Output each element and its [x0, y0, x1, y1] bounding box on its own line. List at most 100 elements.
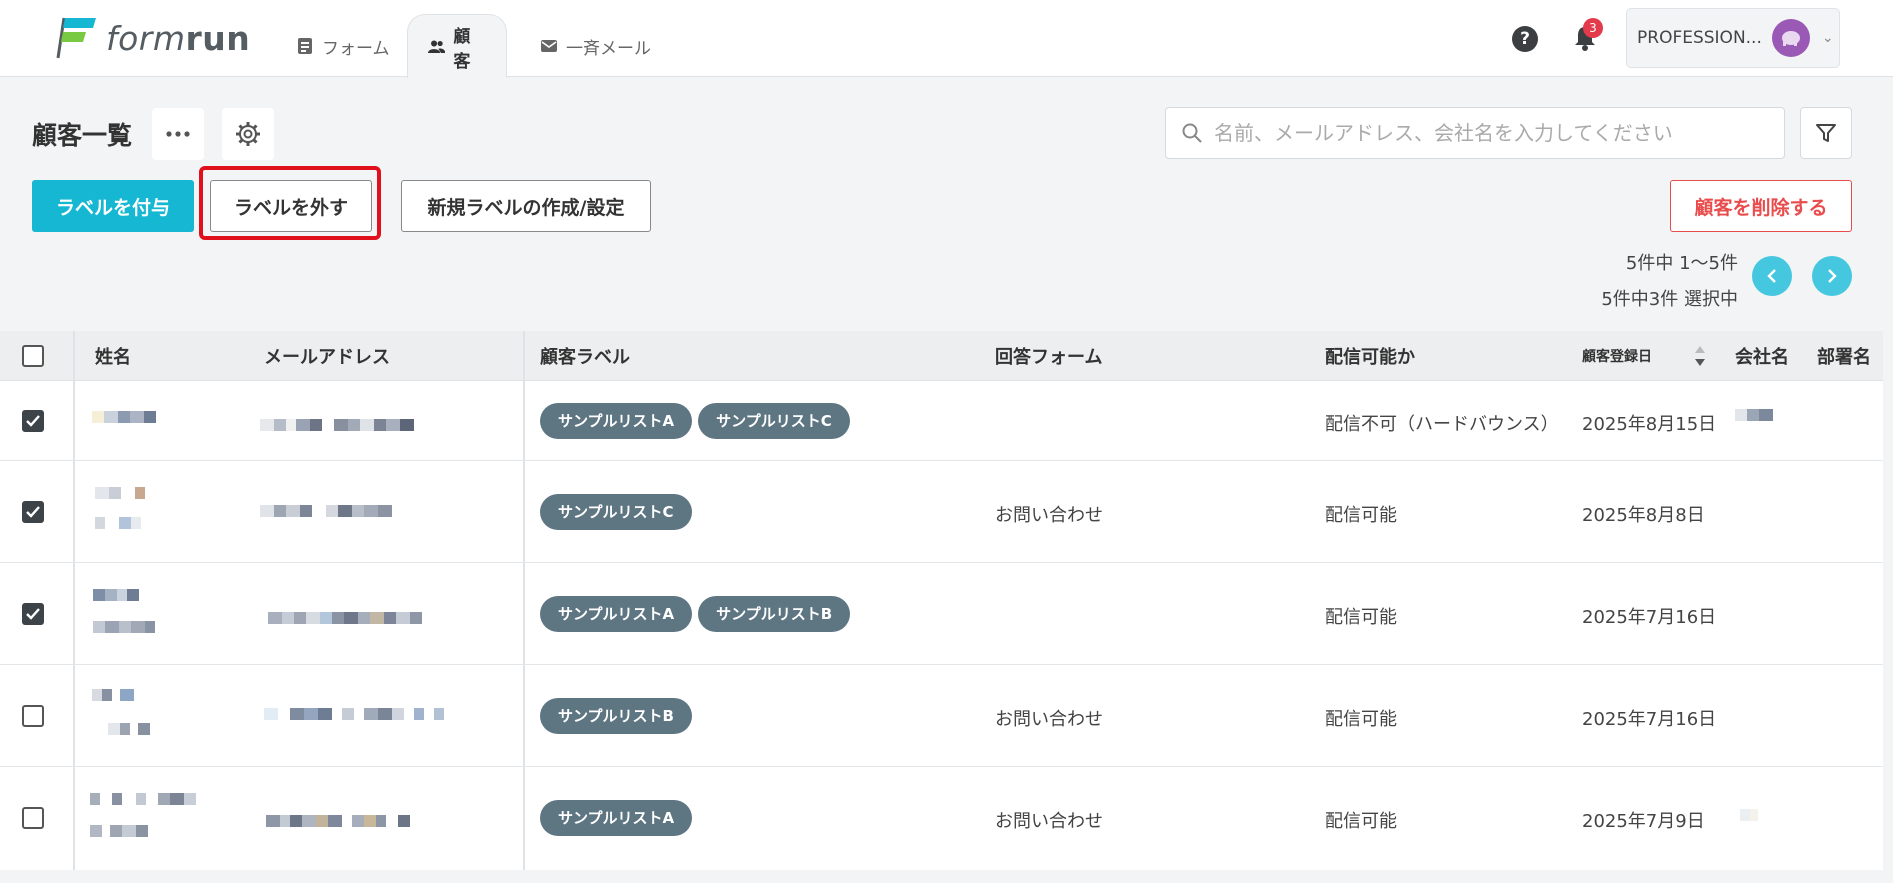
- next-page-button[interactable]: [1812, 256, 1852, 296]
- check-icon: [26, 506, 40, 518]
- form-cell: お問い合わせ: [995, 505, 1103, 526]
- row-checkbox[interactable]: [22, 410, 44, 432]
- people-icon: [428, 40, 446, 53]
- redacted-email: [268, 612, 422, 624]
- label-tag[interactable]: サンプルリストA: [540, 596, 693, 632]
- header-email[interactable]: メールアドレス: [264, 331, 390, 381]
- redacted-name: [108, 723, 150, 735]
- header-registered[interactable]: 顧客登録日: [1582, 331, 1652, 381]
- table-row[interactable]: サンプルリストA サンプルリストC 配信不可（ハードバウンス） 2025年8月1…: [0, 381, 1883, 461]
- header-labels[interactable]: 顧客ラベル: [540, 331, 630, 381]
- add-label-button[interactable]: ラベルを付与: [32, 180, 194, 232]
- chevron-right-icon: [1828, 269, 1837, 283]
- help-icon[interactable]: ?: [1512, 26, 1538, 52]
- gear-icon: [236, 122, 260, 146]
- label-tags: サンプルリストA: [540, 800, 698, 836]
- registered-cell: 2025年8月8日: [1582, 505, 1705, 526]
- redacted-company: [1735, 409, 1773, 421]
- row-checkbox[interactable]: [22, 807, 44, 829]
- label-tag[interactable]: サンプルリストB: [698, 596, 851, 632]
- paging-info: 5件中 1～5件 5件中3件 選択中: [1550, 246, 1738, 318]
- highlight-box: [199, 166, 381, 240]
- tab-customers[interactable]: 顧客: [407, 14, 507, 78]
- search-box: [1165, 107, 1785, 159]
- redacted-name: [95, 517, 141, 529]
- select-all-checkbox[interactable]: [22, 345, 44, 367]
- row-checkbox[interactable]: [22, 603, 44, 625]
- check-icon: [26, 608, 40, 620]
- registered-cell: 2025年7月16日: [1582, 709, 1717, 730]
- redacted-email: [264, 708, 444, 720]
- label-tag[interactable]: サンプルリストA: [540, 403, 693, 439]
- label-tags: サンプルリストA サンプルリストC: [540, 403, 856, 439]
- row-checkbox[interactable]: [22, 705, 44, 727]
- elephant-icon: [1781, 31, 1800, 46]
- tab-form[interactable]: フォーム: [276, 14, 410, 78]
- form-cell: お問い合わせ: [995, 811, 1103, 832]
- label-tag[interactable]: サンプルリストC: [698, 403, 850, 439]
- form-cell: お問い合わせ: [995, 709, 1103, 730]
- label-tags: サンプルリストA サンプルリストB: [540, 596, 856, 632]
- header-name[interactable]: 姓名: [95, 331, 131, 381]
- redacted-email: [260, 505, 392, 517]
- filter-button[interactable]: [1800, 107, 1852, 159]
- redacted-name: [93, 589, 139, 601]
- search-icon: [1182, 123, 1202, 143]
- search-input[interactable]: [1214, 121, 1754, 145]
- row-checkbox[interactable]: [22, 501, 44, 523]
- deliverable-cell: 配信不可（ハードバウンス）: [1325, 414, 1559, 435]
- customer-table: 姓名 メールアドレス 顧客ラベル 回答フォーム 配信可能か 顧客登録日 会社名 …: [0, 331, 1883, 870]
- notification-badge: 3: [1583, 18, 1603, 38]
- header-deliverable[interactable]: 配信可能か: [1325, 331, 1415, 381]
- tab-form-label: フォーム: [322, 38, 390, 59]
- label-tag[interactable]: サンプルリストA: [540, 800, 693, 836]
- more-icon: [166, 131, 190, 137]
- table-row[interactable]: サンプルリストC お問い合わせ 配信可能 2025年8月8日: [0, 461, 1883, 563]
- redacted-name: [93, 621, 155, 633]
- header-company[interactable]: 会社名: [1735, 331, 1789, 381]
- paging-range: 5件中 1～5件: [1625, 253, 1738, 274]
- redacted-company: [1740, 809, 1758, 821]
- app-header: formrun フォーム 顧客 一斉メール ? 3 PROFESSION... …: [0, 0, 1893, 78]
- table-header: 姓名 メールアドレス 顧客ラベル 回答フォーム 配信可能か 顧客登録日 会社名 …: [0, 331, 1883, 381]
- filter-icon: [1816, 124, 1836, 142]
- label-tag[interactable]: サンプルリストC: [540, 494, 692, 530]
- registered-cell: 2025年7月16日: [1582, 607, 1717, 628]
- sort-icon[interactable]: [1693, 344, 1707, 368]
- prev-page-button[interactable]: [1752, 256, 1792, 296]
- delete-customer-button[interactable]: 顧客を削除する: [1670, 180, 1852, 232]
- settings-button[interactable]: [222, 108, 274, 160]
- redacted-name: [90, 793, 196, 805]
- redacted-email: [260, 419, 414, 431]
- label-tags: サンプルリストC: [540, 494, 698, 530]
- label-tag[interactable]: サンプルリストB: [540, 698, 692, 734]
- mail-icon: [541, 40, 557, 52]
- table-row[interactable]: サンプルリストA サンプルリストB 配信可能 2025年7月16日: [0, 563, 1883, 665]
- registered-cell: 2025年8月15日: [1582, 414, 1717, 435]
- new-label-button[interactable]: 新規ラベルの作成/設定: [401, 180, 651, 232]
- redacted-email: [266, 815, 410, 827]
- chevron-left-icon: [1767, 269, 1776, 283]
- table-row[interactable]: サンプルリストA お問い合わせ 配信可能 2025年7月9日: [0, 767, 1883, 870]
- check-icon: [26, 415, 40, 427]
- account-label: PROFESSION...: [1637, 28, 1762, 48]
- redacted-name: [92, 411, 156, 423]
- formrun-logo[interactable]: formrun: [52, 16, 250, 60]
- redacted-name: [95, 487, 145, 499]
- header-form[interactable]: 回答フォーム: [995, 331, 1102, 381]
- deliverable-cell: 配信可能: [1325, 811, 1397, 832]
- table-row[interactable]: サンプルリストB お問い合わせ 配信可能 2025年7月16日: [0, 665, 1883, 767]
- avatar: [1771, 19, 1810, 57]
- chevron-down-icon: ⌄: [1821, 30, 1834, 46]
- tab-customers-label: 顧客: [453, 26, 471, 72]
- form-icon: [298, 38, 312, 54]
- more-button[interactable]: [152, 108, 204, 160]
- account-menu[interactable]: PROFESSION... ⌄: [1626, 8, 1840, 68]
- tab-bulk-mail[interactable]: 一斉メール: [520, 14, 671, 78]
- selection-status: 5件中3件 選択中: [1601, 289, 1738, 310]
- redacted-name: [92, 689, 134, 701]
- deliverable-cell: 配信可能: [1325, 709, 1397, 730]
- tab-bulk-mail-label: 一斉メール: [566, 38, 651, 59]
- deliverable-cell: 配信可能: [1325, 607, 1397, 628]
- header-department[interactable]: 部署名: [1817, 331, 1871, 381]
